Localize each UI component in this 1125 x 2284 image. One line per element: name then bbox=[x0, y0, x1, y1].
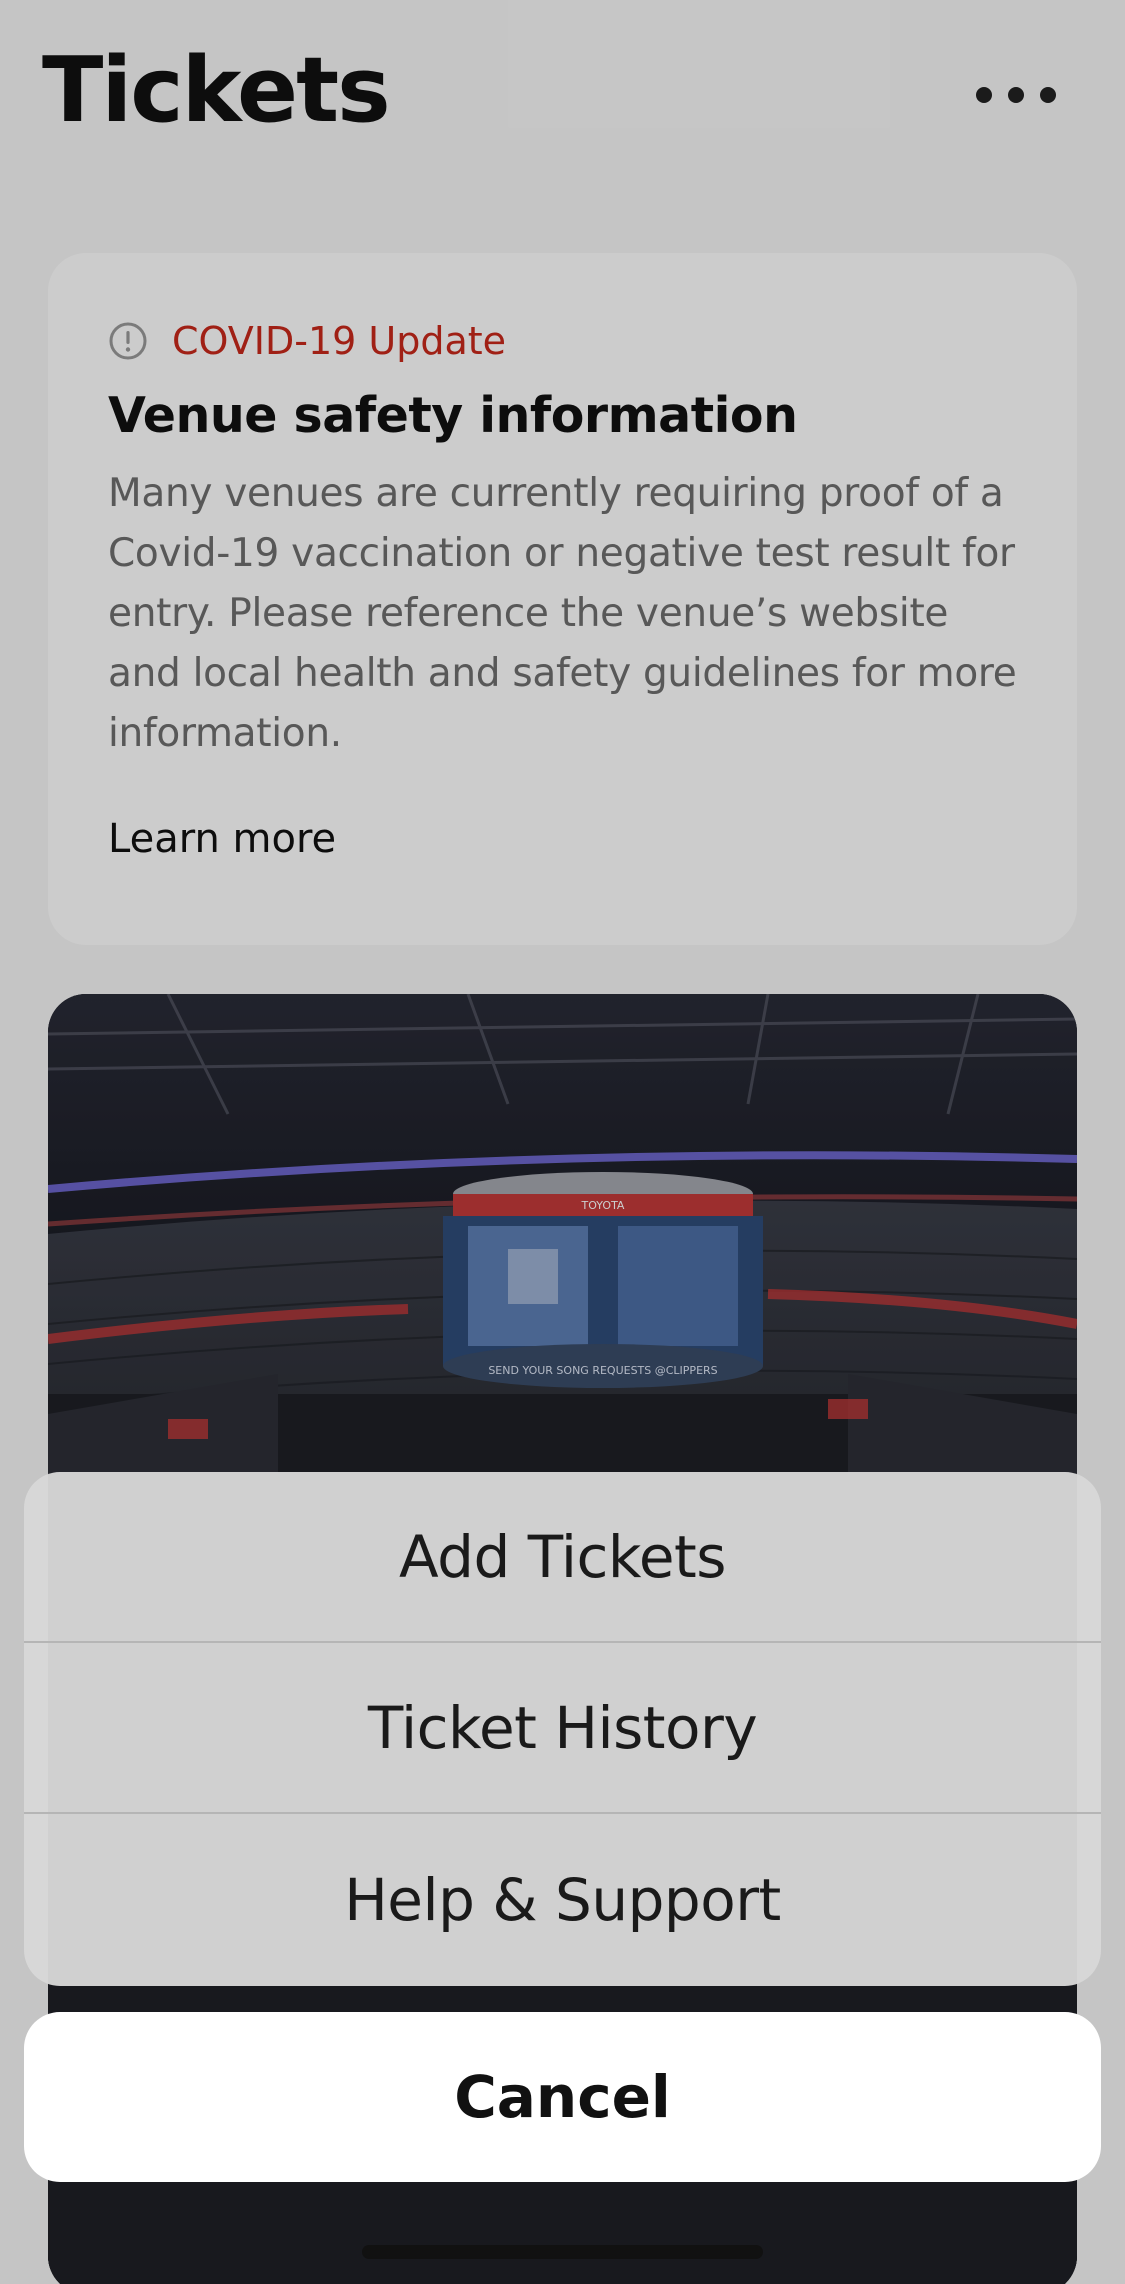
help-support-button[interactable]: Help & Support bbox=[24, 1814, 1101, 1985]
action-sheet: Add Tickets Ticket History Help & Suppor… bbox=[24, 1472, 1101, 1986]
ticket-history-button[interactable]: Ticket History bbox=[24, 1643, 1101, 1814]
home-indicator[interactable] bbox=[362, 2245, 763, 2259]
screen: Tickets COVID-19 Update Venue safety inf… bbox=[0, 0, 1125, 2284]
add-tickets-button[interactable]: Add Tickets bbox=[24, 1472, 1101, 1643]
cancel-button[interactable]: Cancel bbox=[24, 2012, 1101, 2182]
